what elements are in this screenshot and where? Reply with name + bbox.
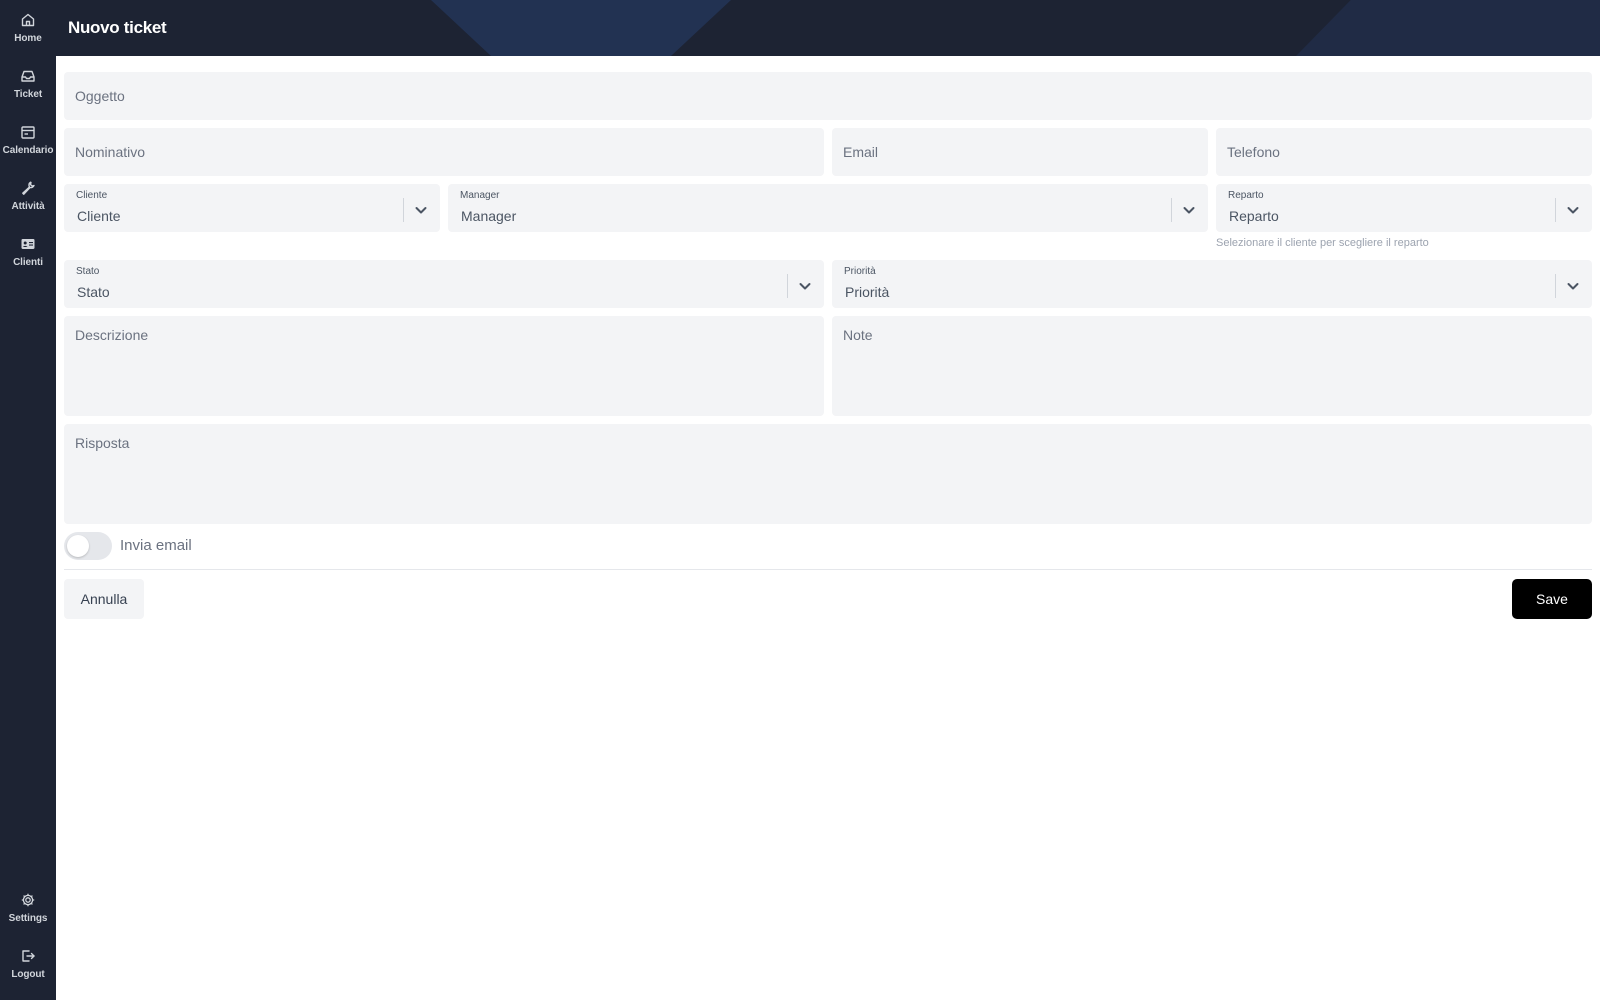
sidebar-item-label: Calendario (2, 145, 54, 156)
priorita-label: Priorità (844, 266, 876, 277)
wrench-icon (22, 181, 35, 195)
reparto-value: Reparto (1229, 208, 1279, 224)
save-button[interactable]: Save (1512, 579, 1592, 619)
stato-label: Stato (76, 266, 100, 277)
chevron-down-icon[interactable] (1564, 201, 1582, 219)
invia-email-toggle[interactable] (64, 532, 112, 560)
chevron-down-icon[interactable] (796, 277, 814, 295)
telefono-field[interactable]: Telefono (1216, 128, 1592, 176)
manager-label: Manager (460, 190, 500, 201)
note-textarea[interactable]: Note (832, 316, 1592, 416)
telefono-placeholder: Telefono (1227, 144, 1280, 160)
cliente-select[interactable]: Cliente Cliente (64, 184, 440, 232)
descrizione-placeholder: Descrizione (75, 327, 149, 343)
sidebar-item-label: Home (14, 33, 42, 44)
select-separator (787, 274, 788, 298)
reparto-select[interactable]: Reparto Reparto (1216, 184, 1592, 232)
cliente-value: Cliente (77, 208, 121, 224)
stato-select[interactable]: Stato Stato (64, 260, 824, 308)
manager-value: Manager (461, 208, 517, 224)
sidebar: Home Ticket Calendario Attività Clienti … (0, 0, 56, 1000)
sidebar-item-label: Clienti (13, 257, 43, 268)
top-header: Nuovo ticket (56, 0, 1600, 56)
divider (64, 569, 1592, 570)
oggetto-placeholder: Oggetto (75, 88, 125, 104)
sidebar-item-label: Attività (11, 201, 45, 212)
stato-value: Stato (77, 284, 110, 300)
email-placeholder: Email (843, 144, 879, 160)
invia-email-label: Invia email (120, 537, 192, 554)
sidebar-item-settings[interactable]: Settings (0, 890, 56, 938)
toggle-knob (67, 535, 89, 557)
manager-select[interactable]: Manager Manager (448, 184, 1208, 232)
cancel-button[interactable]: Annulla (64, 579, 144, 619)
header-decoration (1296, 0, 1600, 56)
sidebar-item-calendario[interactable]: Calendario (0, 122, 56, 170)
priorita-value: Priorità (845, 284, 890, 300)
inbox-icon (21, 70, 35, 82)
select-separator (1555, 198, 1556, 222)
home-icon (21, 13, 35, 27)
reparto-label: Reparto (1228, 190, 1264, 201)
sidebar-item-label: Ticket (13, 89, 43, 100)
sidebar-item-home[interactable]: Home (0, 10, 56, 58)
id-card-icon (21, 239, 35, 249)
select-separator (1171, 198, 1172, 222)
nominativo-placeholder: Nominativo (75, 144, 146, 160)
sidebar-item-attivita[interactable]: Attività (0, 178, 56, 226)
page-title: Nuovo ticket (68, 18, 167, 37)
header-decoration (431, 0, 731, 56)
note-placeholder: Note (843, 327, 873, 343)
risposta-placeholder: Risposta (75, 435, 130, 451)
sidebar-item-clienti[interactable]: Clienti (0, 234, 56, 282)
sidebar-item-label: Settings (8, 913, 48, 924)
sidebar-item-label: Logout (11, 969, 45, 980)
gear-icon (21, 893, 35, 907)
select-separator (1555, 274, 1556, 298)
reparto-helper-text: Selezionare il cliente per scegliere il … (1216, 237, 1429, 249)
email-field[interactable]: Email (832, 128, 1208, 176)
cliente-label: Cliente (76, 190, 108, 201)
risposta-textarea[interactable]: Risposta (64, 424, 1592, 524)
oggetto-field[interactable]: Oggetto (64, 72, 1592, 120)
logout-icon (22, 950, 35, 962)
chevron-down-icon[interactable] (1564, 277, 1582, 295)
chevron-down-icon[interactable] (412, 201, 430, 219)
chevron-down-icon[interactable] (1180, 201, 1198, 219)
calendar-icon (21, 126, 35, 139)
sidebar-item-logout[interactable]: Logout (0, 946, 56, 994)
select-separator (403, 198, 404, 222)
nominativo-field[interactable]: Nominativo (64, 128, 824, 176)
priorita-select[interactable]: Priorità Priorità (832, 260, 1592, 308)
descrizione-textarea[interactable]: Descrizione (64, 316, 824, 416)
sidebar-item-ticket[interactable]: Ticket (0, 66, 56, 114)
